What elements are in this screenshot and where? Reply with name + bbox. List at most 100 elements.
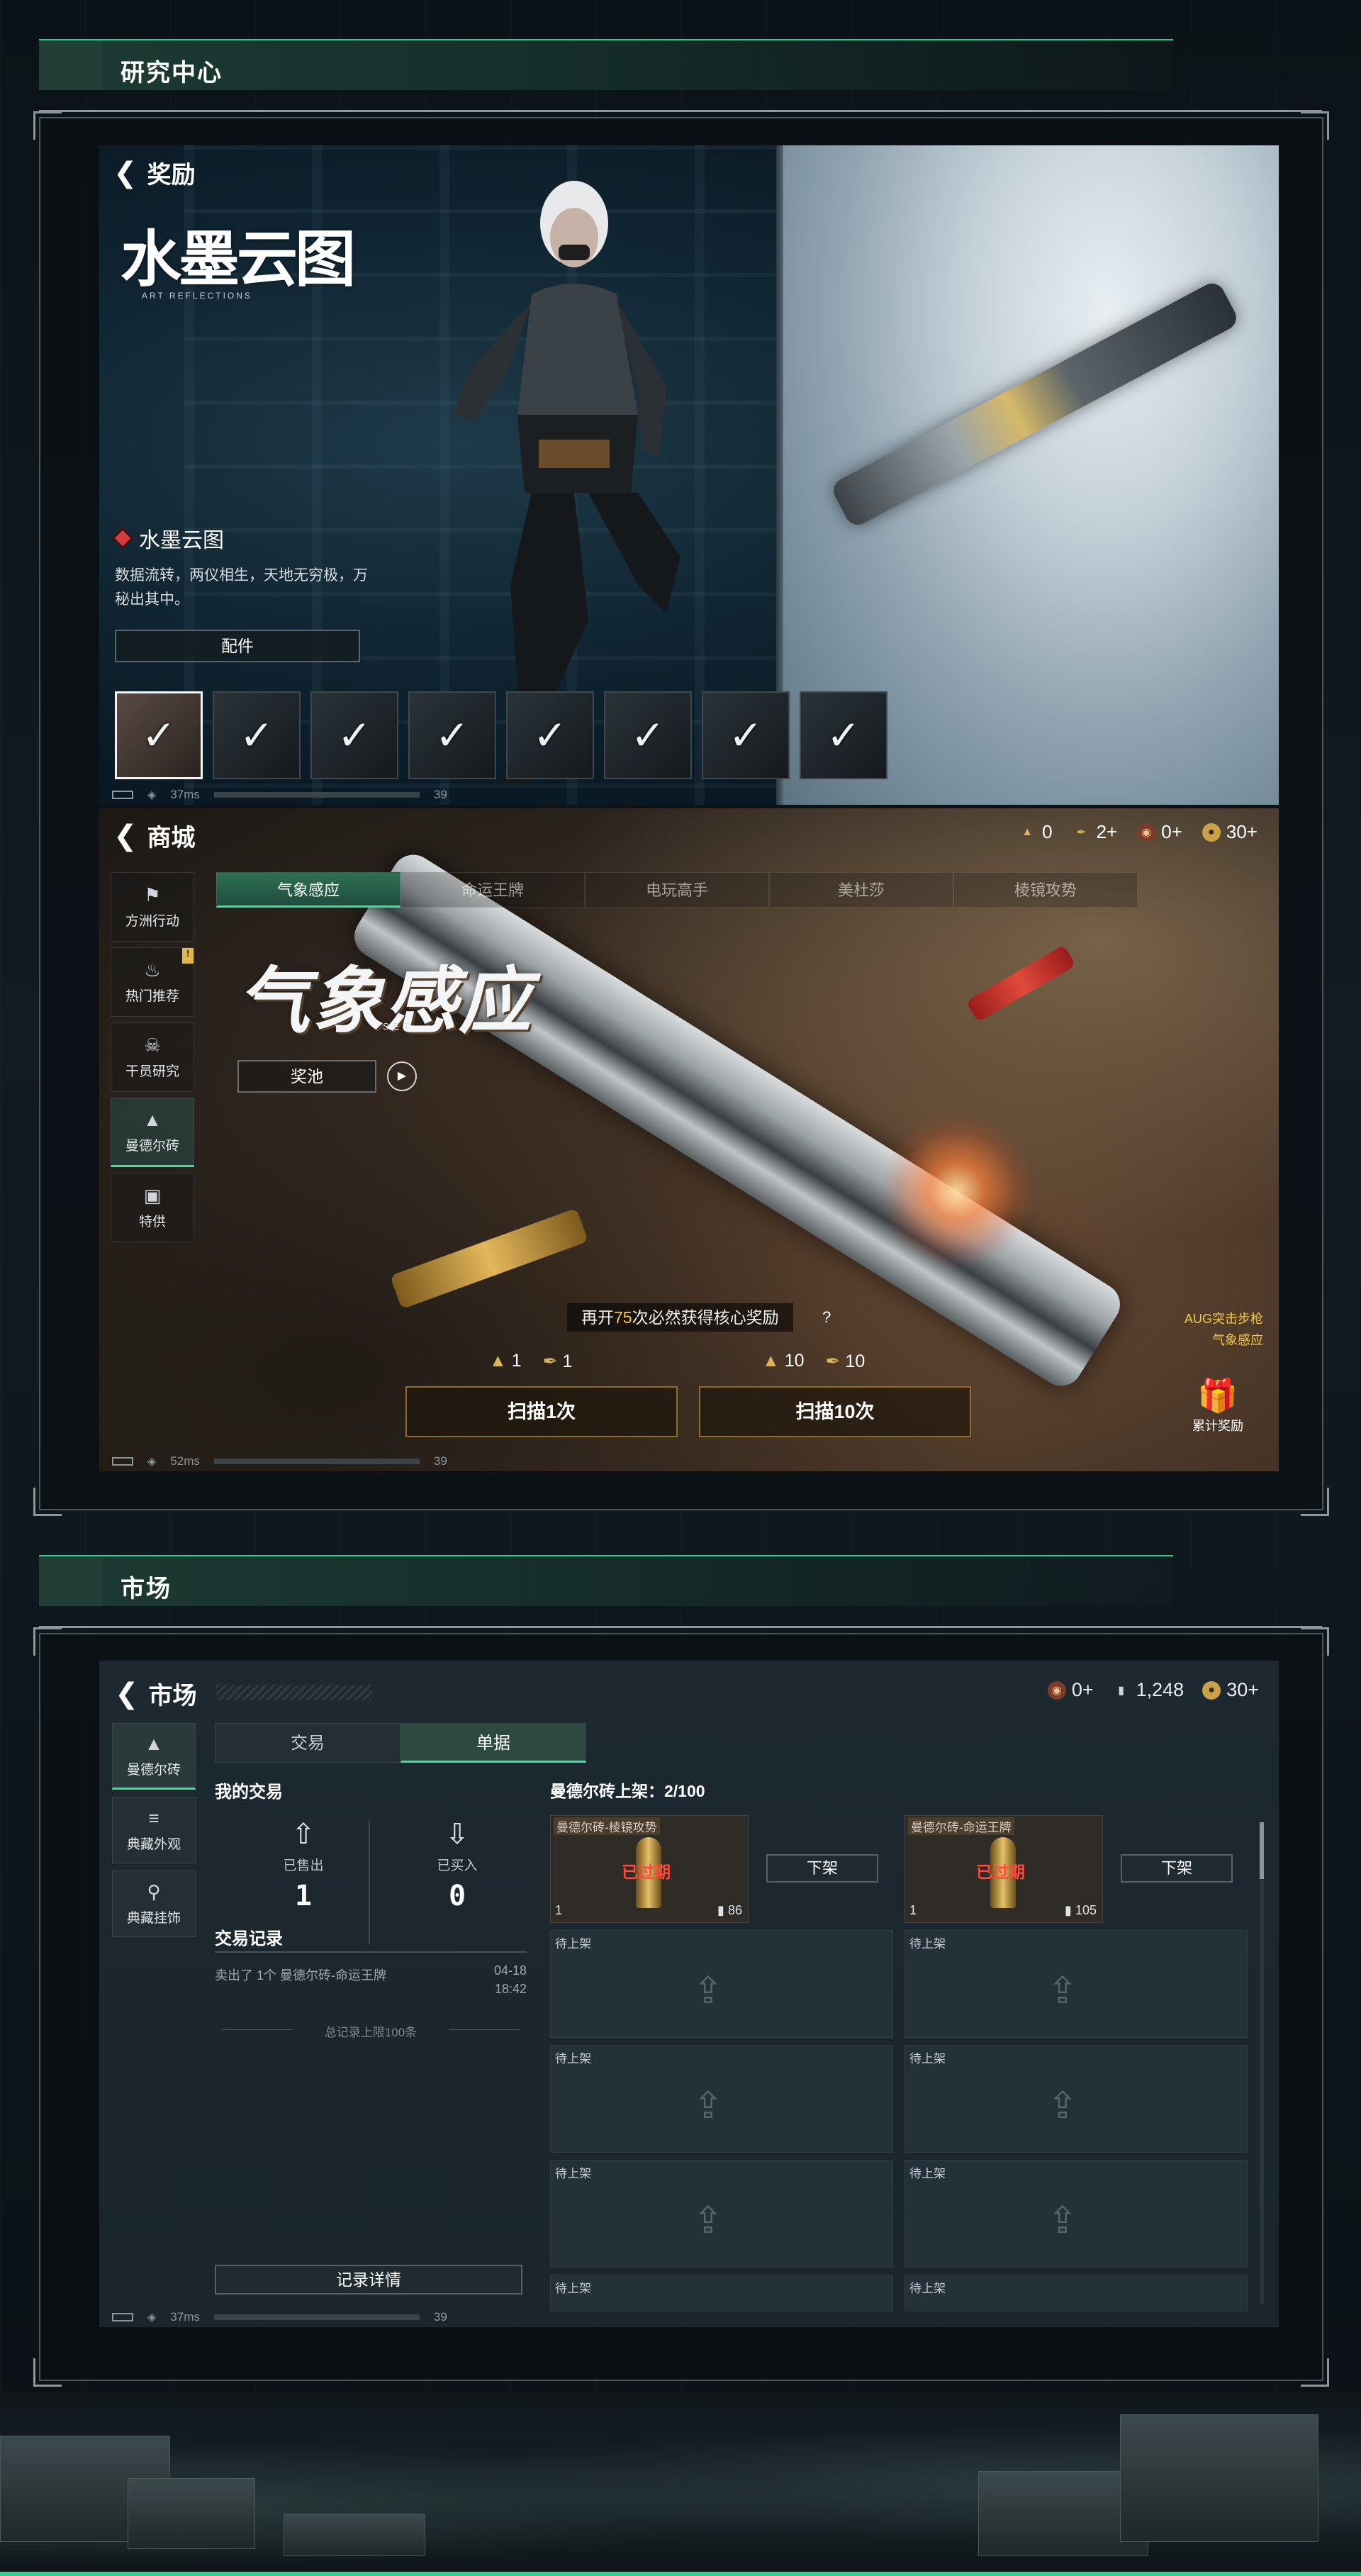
status-bar: ◈ 37ms 39 <box>112 788 447 802</box>
tab-weather-sense[interactable]: 气象感应 <box>216 872 401 908</box>
reward-thumbnails: ✓ ✓ ✓ ✓ ✓ ✓ ✓ ✓ <box>115 691 887 779</box>
currency-ticket[interactable]: ▮ 1,248 <box>1112 1679 1184 1701</box>
tab-trade[interactable]: 交易 <box>215 1723 401 1763</box>
sidebar-item-special[interactable]: ▣ 特供 <box>111 1173 194 1242</box>
quill-icon: ✒ <box>542 1351 558 1371</box>
unlist-button[interactable]: 下架 <box>766 1854 878 1883</box>
currency-value: 30+ <box>1226 821 1258 842</box>
listing-price: ▮ 86 <box>717 1903 742 1918</box>
accessory-button[interactable]: 配件 <box>115 630 360 662</box>
thumb-character-2[interactable]: ✓ <box>506 691 594 779</box>
cumulative-reward-button[interactable]: 🎁 累计奖励 <box>1192 1379 1243 1434</box>
bought-stat: ⇩ 已买入 0 <box>383 1818 532 1912</box>
thumb-emblem[interactable]: ✓ <box>604 691 692 779</box>
listing-price: ▮ 105 <box>1065 1903 1097 1918</box>
set-logo-subtitle: ART REFLECTIONS <box>142 291 252 301</box>
reward-back-button[interactable]: ❮ 奖励 <box>113 155 196 190</box>
currency-coin[interactable]: ● 30+ <box>1202 821 1258 843</box>
cost-quill: ✒ 10 <box>826 1351 866 1372</box>
listing-status: 已过期 <box>976 1863 1025 1881</box>
quill-icon: ✒ <box>1076 826 1087 839</box>
listing-scrollbar[interactable] <box>1260 1822 1264 2304</box>
thumb-chest[interactable]: ✓ <box>310 691 398 779</box>
tab-gamer[interactable]: 电玩高手 <box>585 872 769 908</box>
sold-stat: ⇧ 已售出 1 <box>229 1818 378 1912</box>
empty-slot[interactable]: 待上架 ⇪ <box>550 1930 893 2038</box>
cost-bullet: ▲ 1 <box>489 1351 522 1372</box>
frame-corner <box>1301 111 1329 140</box>
status-track <box>213 2314 420 2320</box>
thumb-weapon-part[interactable]: ✓ <box>408 691 496 779</box>
sidebar-item-mandel[interactable]: ▲ 曼德尔砖 <box>112 1723 196 1790</box>
frame-corner <box>33 2358 62 2387</box>
help-icon[interactable]: ? <box>822 1308 831 1327</box>
upload-icon: ⇪ <box>1047 2200 1078 2241</box>
sidebar-item-skins[interactable]: ≡ 典藏外观 <box>112 1797 196 1863</box>
stat-divider <box>369 1820 370 1944</box>
currency-value: 0 <box>1042 821 1053 842</box>
store-back-button[interactable]: ❮ 商城 <box>113 818 196 853</box>
empty-slot[interactable]: 待上架 <box>904 2275 1248 2312</box>
thumb-weapon[interactable]: ✓ <box>213 691 301 779</box>
sidebar-item-operator[interactable]: ☠ 干员研究 <box>111 1022 194 1092</box>
rarity-diamond-icon <box>111 527 134 550</box>
sidebar-item-hot[interactable]: ! ♨ 热门推荐 <box>111 947 194 1017</box>
currency-quill[interactable]: ✒ 2+ <box>1072 821 1117 843</box>
research-section-title: 研究中心 <box>121 60 223 87</box>
prize-pool-button[interactable]: 奖池 <box>237 1060 376 1093</box>
back-chevron-icon: ❮ <box>115 1678 139 1710</box>
currency-coin[interactable]: ● 30+ <box>1202 1679 1259 1701</box>
currency-badge[interactable]: ◉ 0+ <box>1047 1679 1094 1701</box>
listing-item[interactable]: 曼德尔砖-命运王牌 已过期 1 ▮ 105 <box>904 1815 1103 1923</box>
cost-value: 1 <box>511 1351 522 1371</box>
sidebar-item-mandel[interactable]: ▲ 曼德尔砖 <box>111 1098 194 1167</box>
empty-slot[interactable]: 待上架 ⇪ <box>904 2160 1248 2268</box>
scan-ten-button[interactable]: 扫描10次 <box>699 1386 971 1437</box>
thumb-magazine[interactable]: ✓ <box>702 691 790 779</box>
frame-corner <box>1301 1627 1329 1656</box>
play-video-icon[interactable]: ▶ <box>387 1061 417 1091</box>
currency-badge[interactable]: ◉ 0+ <box>1137 821 1182 843</box>
empty-slot[interactable]: 待上架 ⇪ <box>904 2045 1248 2153</box>
guarantee-notice: 再开75次必然获得核心奖励 <box>567 1303 793 1332</box>
unlist-button[interactable]: 下架 <box>1121 1854 1233 1883</box>
empty-slot-label: 待上架 <box>909 2052 946 2065</box>
frame-corner <box>33 1627 62 1656</box>
empty-slot[interactable]: 待上架 ⇪ <box>904 1930 1248 2038</box>
tab-prism[interactable]: 棱镜攻势 <box>953 872 1138 908</box>
tab-medusa[interactable]: 美杜莎 <box>769 872 953 908</box>
empty-slot[interactable]: 待上架 ⇪ <box>550 2045 893 2153</box>
header-tab-mark <box>39 40 103 90</box>
flag-icon: ⚑ <box>144 884 161 905</box>
sidebar-item-operation[interactable]: ⚑ 方洲行动 <box>111 872 194 942</box>
ping-value: 37ms <box>170 788 200 801</box>
status-track <box>213 792 420 798</box>
market-section-header: 市场 <box>39 1555 1173 1606</box>
back-chevron-icon: ❮ <box>113 157 138 189</box>
guarantee-prefix: 再开 <box>581 1308 614 1327</box>
sidebar-item-charms[interactable]: ⚲ 典藏挂饰 <box>112 1870 196 1937</box>
thumb-accessory[interactable]: ✓ <box>800 691 887 779</box>
empty-slot[interactable]: 待上架 <box>550 2275 893 2312</box>
check-icon: ✓ <box>532 713 568 759</box>
banner-subtitle: SET <box>383 1021 414 1032</box>
thumb-character[interactable]: ✓ <box>115 691 203 779</box>
badge-icon: ◉ <box>1137 823 1156 842</box>
empty-slot[interactable]: 待上架 ⇪ <box>550 2160 893 2268</box>
badge-icon: ◉ <box>1047 1680 1066 1700</box>
record-detail-button[interactable]: 记录详情 <box>215 2265 522 2295</box>
listing-item[interactable]: 曼德尔砖-棱镜攻势 已过期 1 ▮ 86 <box>550 1815 749 1923</box>
listing-count: 1 <box>909 1903 917 1917</box>
scan-once-button[interactable]: 扫描1次 <box>405 1386 678 1437</box>
trade-record-title: 交易记录 <box>215 1929 283 1948</box>
tab-orders[interactable]: 单据 <box>401 1723 586 1763</box>
tab-fate-ace[interactable]: 命运王牌 <box>401 872 585 908</box>
market-back-button[interactable]: ❮ 市场 <box>115 1676 197 1711</box>
footer-accent-bar <box>0 2572 1361 2576</box>
check-icon: ✓ <box>435 713 470 759</box>
scrollbar-thumb[interactable] <box>1260 1822 1264 1879</box>
listing-name: 曼德尔砖-命运王牌 <box>908 1817 1014 1835</box>
upload-icon: ⇪ <box>1047 2085 1078 2126</box>
featured-reward-set: 气象感应 <box>1212 1333 1263 1347</box>
currency-bullet[interactable]: ▲ 0 <box>1018 821 1052 843</box>
